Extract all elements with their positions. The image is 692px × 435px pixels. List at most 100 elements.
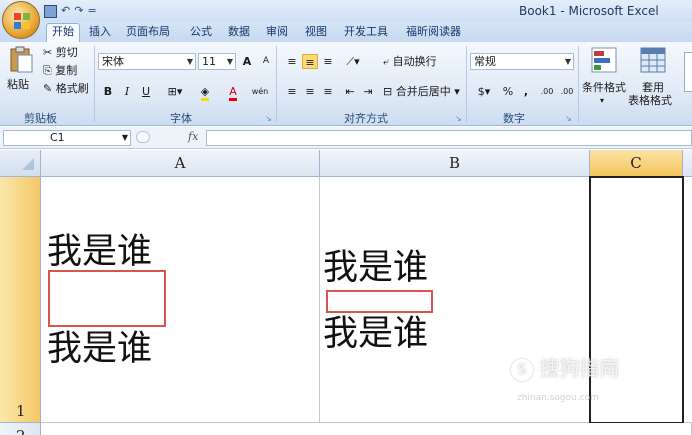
align-top-button[interactable]: ≡: [284, 54, 300, 69]
window-title: Book1 - Microsoft Excel: [519, 4, 659, 18]
increase-indent-button[interactable]: ⇥: [360, 84, 376, 99]
insert-function-icon[interactable]: fx: [188, 130, 198, 144]
select-all-triangle-icon: [22, 158, 34, 170]
align-right-icon: ≡: [323, 85, 333, 98]
cell-c1-selected[interactable]: [589, 176, 684, 424]
orientation-icon: ⟋▾: [346, 55, 360, 68]
align-center-button[interactable]: ≡: [302, 84, 318, 99]
accounting-icon: $▾: [477, 85, 491, 98]
grow-font-button[interactable]: A: [239, 54, 255, 69]
grow-font-icon: A: [242, 55, 252, 68]
align-bottom-button[interactable]: ≡: [320, 54, 336, 69]
cancel-entry-icon[interactable]: [136, 131, 150, 143]
cell-d1[interactable]: [684, 177, 692, 423]
bold-button[interactable]: B: [100, 84, 116, 99]
conditional-format-label: 条件格式: [582, 81, 626, 94]
increase-decimal-icon: .00: [540, 87, 554, 96]
number-format-combo[interactable]: 常规 ▼: [470, 53, 574, 70]
cell-a1-line2: 我是谁: [47, 329, 153, 369]
orientation-button[interactable]: ⟋▾: [342, 54, 364, 69]
increase-indent-icon: ⇥: [363, 85, 373, 98]
save-icon[interactable]: [44, 4, 57, 18]
cell-a1[interactable]: 我是谁 我是谁: [41, 177, 320, 423]
wrap-text-button[interactable]: ⤶ 自动换行: [383, 55, 437, 69]
row-header-1-label: 1: [16, 402, 26, 420]
column-header-c[interactable]: C: [590, 150, 683, 177]
row-2-cells[interactable]: [41, 423, 692, 435]
font-color-button[interactable]: A: [222, 84, 244, 101]
row-header-2[interactable]: 2: [0, 423, 41, 435]
chevron-down-icon: ▾: [600, 96, 605, 105]
underline-button[interactable]: U: [138, 84, 154, 99]
tab-page-layout[interactable]: 页面布局: [126, 24, 170, 42]
format-painter-label: 格式刷: [55, 82, 89, 95]
decrease-indent-icon: ⇤: [345, 85, 355, 98]
cut-button[interactable]: ✂ 剪切: [43, 46, 78, 60]
align-bottom-icon: ≡: [323, 55, 333, 68]
tab-developer[interactable]: 开发工具: [344, 24, 388, 42]
cell-styles-button[interactable]: [684, 52, 692, 92]
tab-data[interactable]: 数据: [228, 24, 250, 42]
cell-b1-line1: 我是谁: [323, 248, 429, 288]
fill-color-button[interactable]: ◈: [193, 84, 217, 101]
group-divider: [578, 46, 579, 122]
cell-b1[interactable]: 我是谁 我是谁: [320, 177, 590, 423]
quick-access-toolbar: ↶ ↷ =: [44, 3, 97, 19]
undo-icon[interactable]: ↶: [61, 3, 70, 19]
italic-button[interactable]: I: [119, 84, 135, 99]
align-right-button[interactable]: ≡: [320, 84, 336, 99]
borders-icon: ⊞▾: [167, 85, 183, 98]
italic-icon: I: [124, 85, 130, 98]
tab-view[interactable]: 视图: [305, 24, 327, 42]
format-painter-button[interactable]: ✎ 格式刷: [43, 82, 89, 96]
column-header-d[interactable]: [683, 150, 692, 177]
number-format-value: 常规: [474, 55, 496, 68]
alignment-dialog-launcher-icon[interactable]: ↘: [455, 112, 462, 126]
select-all-corner[interactable]: [0, 150, 41, 177]
font-size-combo[interactable]: 11 ▼: [198, 53, 236, 70]
tab-formulas[interactable]: 公式: [190, 24, 212, 42]
ribbon-tabs: 开始 插入 页面布局 公式 数据 审阅 视图 开发工具 福昕阅读器: [0, 22, 692, 42]
comma-icon: ,: [523, 85, 529, 98]
watermark-url: zhinan.sogou.com: [517, 393, 599, 403]
row-header-1[interactable]: 1: [0, 177, 41, 423]
watermark-logo: S 搜狗指南: [511, 352, 619, 381]
group-divider: [94, 46, 95, 122]
column-header-a[interactable]: A: [41, 150, 320, 177]
accounting-format-button[interactable]: $▾: [471, 84, 497, 99]
copy-button[interactable]: ⎘ 复制: [43, 64, 77, 78]
tab-home[interactable]: 开始: [46, 23, 80, 42]
font-group-label: 字体: [170, 112, 192, 125]
format-as-table-button[interactable]: 套用 表格格式: [628, 45, 684, 107]
decrease-indent-button[interactable]: ⇤: [342, 84, 358, 99]
decrease-decimal-button[interactable]: .00: [557, 84, 577, 99]
formula-input[interactable]: [206, 130, 692, 146]
redo-icon[interactable]: ↷: [74, 3, 83, 19]
tab-review[interactable]: 审阅: [266, 24, 288, 42]
tab-insert[interactable]: 插入: [89, 24, 111, 42]
name-box[interactable]: C1 ▼: [3, 130, 131, 146]
column-header-b[interactable]: B: [320, 150, 590, 177]
office-button[interactable]: [2, 1, 40, 39]
font-name-combo[interactable]: 宋体 ▼: [98, 53, 196, 70]
borders-button[interactable]: ⊞▾: [164, 84, 186, 99]
comma-style-button[interactable]: ,: [518, 84, 534, 99]
underline-icon: U: [141, 85, 151, 98]
align-middle-button[interactable]: ≡: [302, 54, 318, 69]
shrink-font-button[interactable]: A: [258, 54, 274, 69]
align-left-button[interactable]: ≡: [284, 84, 300, 99]
number-dialog-launcher-icon[interactable]: ↘: [565, 112, 572, 126]
font-size-value: 11: [202, 55, 216, 68]
percent-style-button[interactable]: %: [500, 84, 516, 99]
ribbon: 粘贴 ✂ 剪切 ⎘ 复制 ✎ 格式刷 剪贴板 宋体 ▼ 11 ▼ A A B I…: [0, 42, 692, 126]
merge-center-button[interactable]: ⊟ 合并后居中 ▾: [383, 85, 460, 99]
cell-b1-red-box: [326, 290, 433, 313]
font-dialog-launcher-icon[interactable]: ↘: [265, 112, 272, 126]
tab-foxit-reader[interactable]: 福昕阅读器: [406, 24, 461, 42]
conditional-format-button[interactable]: 条件格式 ▾: [582, 45, 626, 105]
phonetic-guide-button[interactable]: wén: [248, 84, 272, 99]
conditional-format-icon: [591, 47, 617, 73]
customize-qat-icon[interactable]: =: [87, 3, 96, 19]
paste-button[interactable]: 粘贴: [4, 44, 38, 104]
increase-decimal-button[interactable]: .00: [537, 84, 557, 99]
